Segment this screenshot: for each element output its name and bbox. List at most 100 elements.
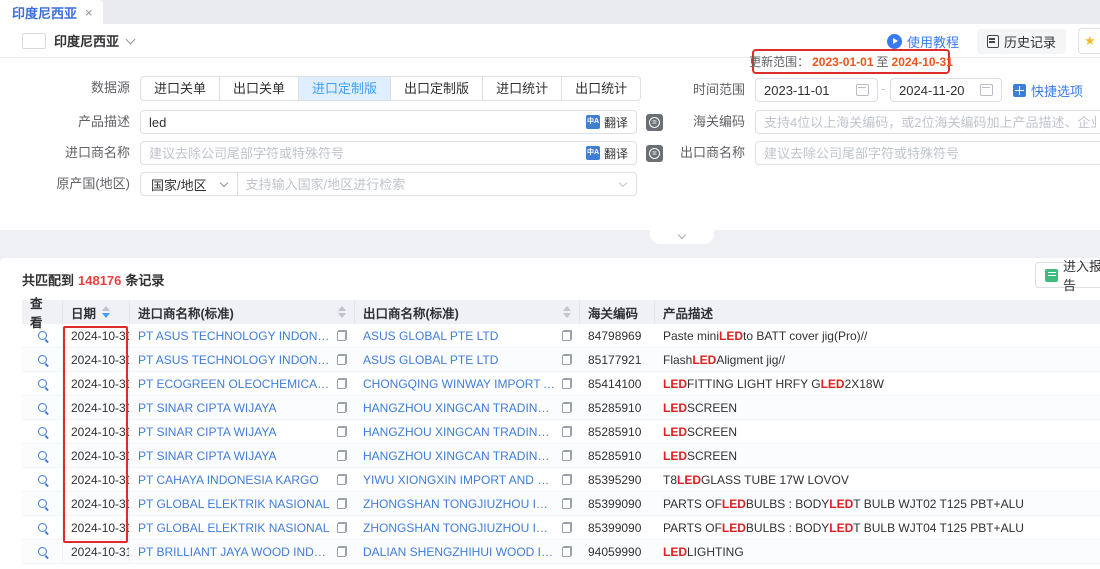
exporter-name-input[interactable]: [755, 141, 1100, 165]
origin-search-field[interactable]: [238, 173, 620, 195]
search-icon[interactable]: [38, 547, 47, 556]
exporter-name-field[interactable]: [756, 142, 1100, 164]
chevron-down-icon: [619, 178, 627, 186]
search-icon[interactable]: [38, 475, 47, 484]
exporter-cell: YIWU XIONGXIN IMPORT AND EXPORT...: [355, 468, 580, 491]
copy-icon[interactable]: [337, 330, 347, 341]
importer-link[interactable]: PT ASUS TECHNOLOGY INDONESIA BA...: [138, 329, 331, 343]
copy-icon[interactable]: [562, 474, 572, 485]
copy-icon[interactable]: [337, 378, 347, 389]
origin-select-value: 国家/地区: [151, 175, 207, 194]
search-icon[interactable]: [38, 379, 47, 388]
col-header-importer[interactable]: 进口商名称(标准): [130, 300, 355, 324]
copy-icon[interactable]: [337, 522, 347, 533]
copy-icon[interactable]: [562, 498, 572, 509]
close-tab-icon[interactable]: ×: [85, 5, 93, 20]
collapse-panel-button[interactable]: [650, 230, 714, 244]
copy-icon[interactable]: [562, 546, 572, 557]
table-row: 2024-10-31 PT GLOBAL ELEKTRIK NASIONAL ZHO…: [22, 516, 1100, 540]
report-button-label: 进入报告: [1063, 256, 1100, 294]
copy-icon[interactable]: [337, 498, 347, 509]
data-source-tab-进口统计[interactable]: 进口统计: [483, 76, 562, 101]
search-icon[interactable]: [38, 403, 47, 412]
copy-icon[interactable]: [562, 450, 572, 461]
importer-link[interactable]: PT GLOBAL ELEKTRIK NASIONAL: [138, 497, 331, 511]
hs-code-field[interactable]: [756, 111, 1100, 133]
importer-link[interactable]: PT BRILLIANT JAYA WOOD INDUSTRY: [138, 545, 331, 559]
data-source-tab-出口统计[interactable]: 出口统计: [562, 76, 641, 101]
search-icon[interactable]: [38, 355, 47, 364]
date-start-input[interactable]: [755, 78, 878, 102]
col-header-date[interactable]: 日期: [63, 300, 130, 324]
copy-icon[interactable]: [562, 354, 572, 365]
exporter-link[interactable]: ASUS GLOBAL PTE LTD: [363, 329, 556, 343]
importer-link[interactable]: PT SINAR CIPTA WIJAYA: [138, 401, 331, 415]
copy-icon[interactable]: [337, 450, 347, 461]
col-header-exporter[interactable]: 出口商名称(标准): [355, 300, 580, 324]
search-icon[interactable]: [38, 331, 47, 340]
exporter-link[interactable]: CHONGQING WINWAY IMPORT AND E...: [363, 377, 556, 391]
date-cell: 2024-10-31: [63, 324, 130, 347]
importer-link[interactable]: PT SINAR CIPTA WIJAYA: [138, 425, 331, 439]
copy-icon[interactable]: [337, 354, 347, 365]
exporter-link[interactable]: DALIAN SHENGZHIHUI WOOD INDUST...: [363, 545, 556, 559]
copy-icon[interactable]: [562, 330, 572, 341]
origin-country-select[interactable]: 国家/地区: [141, 173, 238, 195]
importer-link[interactable]: PT GLOBAL ELEKTRIK NASIONAL: [138, 521, 331, 535]
search-icon[interactable]: [38, 523, 47, 532]
translate-button[interactable]: 中A 翻译: [586, 114, 628, 131]
date-end-field[interactable]: [891, 79, 980, 101]
exporter-link[interactable]: ZHONGSHAN TONGJIUZHOU INTERNA...: [363, 521, 556, 535]
country-selector[interactable]: 印度尼西亚: [22, 31, 134, 50]
origin-country-label: 原产国(地区): [0, 172, 130, 196]
translate-button[interactable]: 中A 翻译: [586, 145, 628, 162]
importer-link[interactable]: PT SINAR CIPTA WIJAYA: [138, 449, 331, 463]
product-desc-field[interactable]: [141, 111, 586, 133]
copy-icon[interactable]: [337, 426, 347, 437]
importer-name-field[interactable]: [141, 142, 586, 164]
exporter-link[interactable]: ZHONGSHAN TONGJIUZHOU INTERNA...: [363, 497, 556, 511]
date-start-field[interactable]: [756, 79, 856, 101]
exporter-link[interactable]: HANGZHOU XINGCAN TRADING CO LTD: [363, 401, 556, 415]
date-end-input[interactable]: [890, 78, 1002, 102]
exporter-link[interactable]: HANGZHOU XINGCAN TRADING CO LTD: [363, 425, 556, 439]
exporter-link[interactable]: ASUS GLOBAL PTE LTD: [363, 353, 556, 367]
product-cell: T8 LED GLASS TUBE 17W LOVOV: [655, 468, 1100, 491]
copy-icon[interactable]: [562, 522, 572, 533]
favorite-button[interactable]: ★: [1078, 28, 1100, 54]
enter-report-button[interactable]: 进入报告: [1035, 262, 1100, 288]
data-source-tab-进口定制版[interactable]: 进口定制版: [299, 76, 391, 101]
product-desc-input[interactable]: 中A 翻译: [140, 110, 637, 134]
exporter-link[interactable]: YIWU XIONGXIN IMPORT AND EXPORT...: [363, 473, 556, 487]
copy-icon[interactable]: [337, 474, 347, 485]
copy-icon[interactable]: [337, 546, 347, 557]
copy-icon[interactable]: [562, 378, 572, 389]
copy-icon[interactable]: [562, 426, 572, 437]
exporter-link[interactable]: HANGZHOU XINGCAN TRADING CO LTD: [363, 449, 556, 463]
importer-link[interactable]: PT ECOGREEN OLEOCHEMICALS: [138, 377, 331, 391]
importer-name-input[interactable]: 中A 翻译: [140, 141, 637, 165]
exporter-cell: HANGZHOU XINGCAN TRADING CO LTD: [355, 444, 580, 467]
update-range-to: 至: [877, 53, 889, 70]
sort-icon-exporter[interactable]: [563, 306, 571, 318]
importer-cell: PT SINAR CIPTA WIJAYA: [130, 444, 355, 467]
importer-link[interactable]: PT CAHAYA INDONESIA KARGO: [138, 473, 331, 487]
country-tab[interactable]: 印度尼西亚 ×: [0, 0, 103, 24]
exporter-cell: ZHONGSHAN TONGJIUZHOU INTERNA...: [355, 516, 580, 539]
search-icon[interactable]: [38, 427, 47, 436]
sort-icon-date[interactable]: [102, 306, 110, 318]
tutorial-link[interactable]: 使用教程: [887, 32, 959, 51]
hs-code-input[interactable]: [755, 110, 1100, 134]
search-icon[interactable]: [38, 451, 47, 460]
copy-icon[interactable]: [337, 402, 347, 413]
date-cell: 2024-10-31: [63, 516, 130, 539]
data-source-tab-出口关单[interactable]: 出口关单: [220, 76, 299, 101]
history-button[interactable]: 历史记录: [977, 29, 1066, 54]
copy-icon[interactable]: [562, 402, 572, 413]
importer-link[interactable]: PT ASUS TECHNOLOGY INDONESIA BA...: [138, 353, 331, 367]
data-source-tab-出口定制版[interactable]: 出口定制版: [391, 76, 483, 101]
quick-options-button[interactable]: 快捷选项: [1013, 81, 1083, 100]
sort-icon-importer[interactable]: [338, 306, 346, 318]
data-source-tab-进口关单[interactable]: 进口关单: [140, 76, 220, 101]
search-icon[interactable]: [38, 499, 47, 508]
